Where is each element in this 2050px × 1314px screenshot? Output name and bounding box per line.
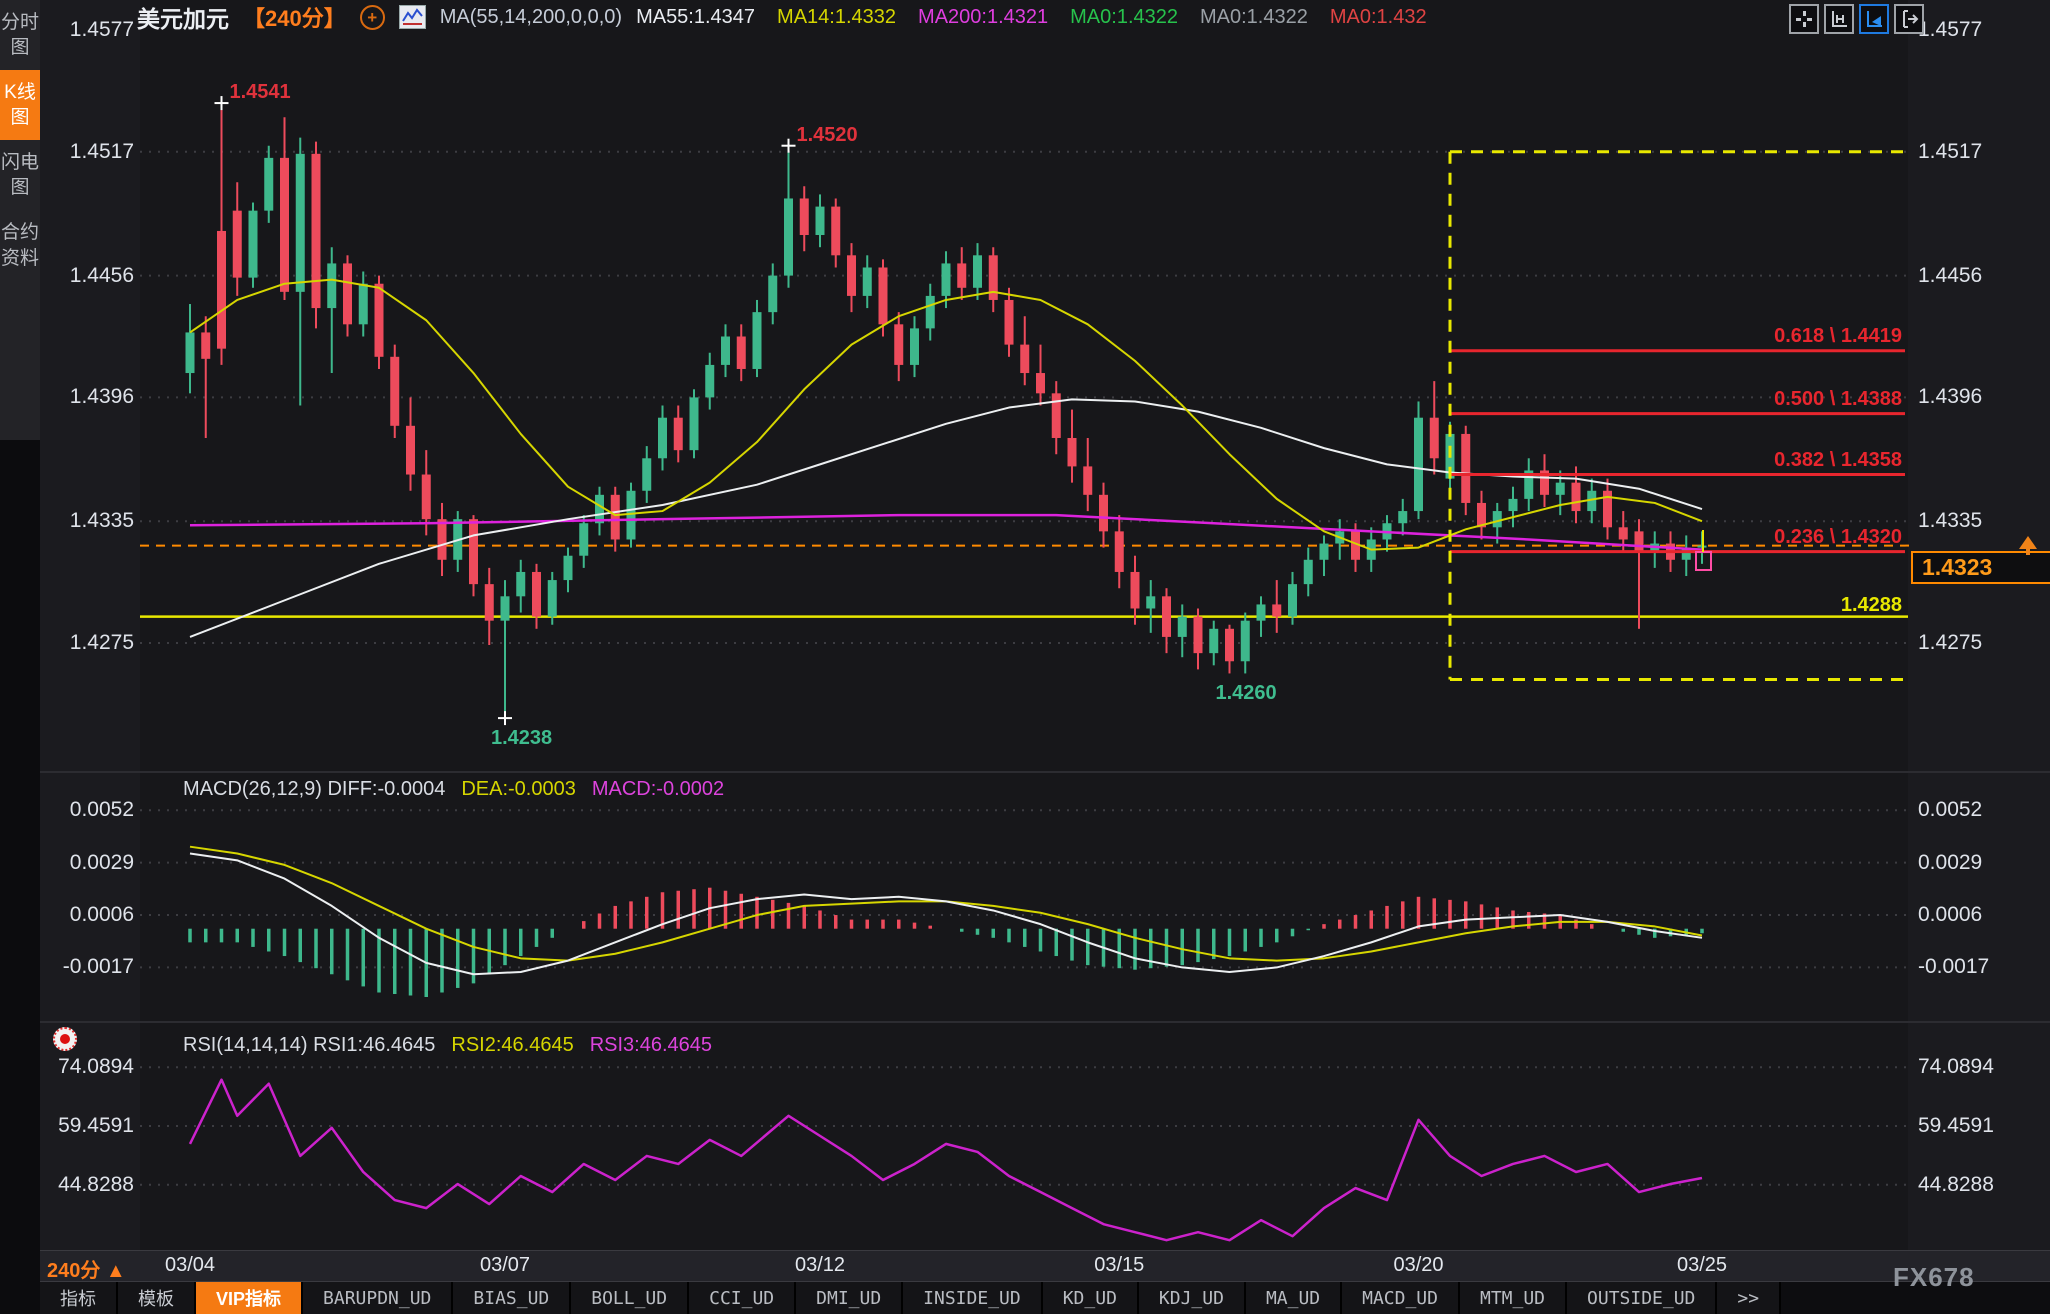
indicator-tab[interactable]: OUTSIDE_UD: [1567, 1282, 1717, 1314]
shift-right-icon[interactable]: [1894, 4, 1924, 34]
indicator-tab[interactable]: VIP指标: [196, 1282, 303, 1314]
period-selector[interactable]: 【240分】: [243, 1, 346, 33]
price-axis-label: 1.4517: [1918, 140, 1982, 164]
date-tick: 03/04: [165, 1254, 215, 1277]
macd-axis-label: 0.0006: [1918, 903, 1982, 927]
ma-value: MA0:1.4322: [1070, 6, 1178, 29]
sidebar-item-view[interactable]: 分时图: [0, 0, 40, 70]
date-tick: 03/12: [795, 1254, 845, 1277]
sidebar-item-view[interactable]: 闪电图: [0, 140, 40, 210]
rsi-header: RSI(14,14,14) RSI1:46.4645 RSI2:46.4645 RS…: [183, 1034, 712, 1057]
price-axis-label: 1.4577: [1918, 18, 1982, 42]
macd-header: MACD(26,12,9) DIFF:-0.0004 DEA:-0.0003 MAC…: [183, 778, 724, 801]
indicator-value: DEA:-0.0003: [461, 778, 576, 801]
indicator-value: MACD(26,12,9) DIFF:-0.0004: [183, 778, 445, 801]
tabs-overflow-button[interactable]: >>: [1717, 1282, 1781, 1314]
fib-level-label: 0.618 \ 1.4419: [1602, 325, 1902, 348]
indicator-tab[interactable]: MA_UD: [1246, 1282, 1342, 1314]
support-price-label: 1.4288: [1790, 594, 1902, 617]
sidebar-item-view[interactable]: 合约资料: [0, 210, 40, 280]
indicator-tab[interactable]: INSIDE_UD: [903, 1282, 1043, 1314]
ma-value: MA55:1.4347: [636, 6, 755, 29]
sidebar-spacer: [0, 440, 40, 1314]
rsi-axis-label: 44.8288: [1918, 1173, 1994, 1197]
indicator-value: RSI3:46.4645: [590, 1034, 712, 1057]
indicator-tab[interactable]: 指标: [40, 1282, 118, 1314]
indicator-tab[interactable]: DMI_UD: [796, 1282, 903, 1314]
indicator-tabbar: 指标模板VIP指标BARUPDN_UDBIAS_UDBOLL_UDCCI_UDD…: [0, 1282, 2050, 1314]
axis-autoscale-icon[interactable]: [1859, 4, 1889, 34]
ma-value: MA14:1.4332: [777, 6, 896, 29]
price-axis-label: 1.4577: [40, 18, 134, 42]
ma-value: MA0:1.432: [1330, 6, 1427, 29]
date-tick: 03/20: [1393, 1254, 1443, 1277]
add-overlay-icon[interactable]: +: [360, 5, 385, 30]
price-marker-label: 1.4238: [491, 727, 552, 750]
sidebar: 分时图K线图闪电图合约资料: [0, 0, 40, 1314]
indicator-value: MACD:-0.0002: [592, 778, 724, 801]
price-axis-label: 1.4517: [40, 140, 134, 164]
macd-axis-label: 0.0029: [40, 851, 134, 875]
rsi-axis-label: 59.4591: [1918, 1114, 1994, 1138]
indicator-tab[interactable]: MACD_UD: [1342, 1282, 1460, 1314]
ma-value: MA0:1.4322: [1200, 6, 1308, 29]
price-axis-label: 1.4396: [40, 385, 134, 409]
indicator-tab[interactable]: BIAS_UD: [453, 1282, 571, 1314]
rsi-axis-label: 74.0894: [1918, 1055, 1994, 1079]
date-tick: 03/07: [480, 1254, 530, 1277]
axis-scale-icon[interactable]: [1824, 4, 1854, 34]
ma-params: MA(55,14,200,0,0,0): [440, 6, 622, 29]
price-marker-label: 1.4520: [797, 124, 858, 147]
date-tick: 03/15: [1094, 1254, 1144, 1277]
watermark: FX678: [1893, 1262, 1975, 1293]
price-axis-label: 1.4335: [40, 509, 134, 533]
macd-axis-label: 0.0006: [40, 903, 134, 927]
rsi-axis-label: 59.4591: [40, 1114, 134, 1138]
macd-axis-label: 0.0029: [1918, 851, 1982, 875]
header-toolbar: [1789, 4, 1924, 34]
alarm-dot-icon[interactable]: [53, 1027, 77, 1051]
pan-crosshair-icon[interactable]: [1789, 4, 1819, 34]
indicator-tab[interactable]: KD_UD: [1043, 1282, 1139, 1314]
current-price-box: 1.4323: [1911, 551, 2050, 584]
symbol-title: 美元加元: [137, 0, 229, 34]
indicator-tab[interactable]: 模板: [118, 1282, 196, 1314]
chart-application: 分时图K线图闪电图合约资料 美元加元 【240分】 + MA(55,14,200…: [0, 0, 2050, 1314]
indicator-tab[interactable]: BARUPDN_UD: [303, 1282, 453, 1314]
rsi-axis-label: 44.8288: [40, 1173, 134, 1197]
line-chart-icon[interactable]: [399, 5, 426, 29]
price-axis-label: 1.4275: [1918, 631, 1982, 655]
rsi-axis-label: 74.0894: [40, 1055, 134, 1079]
date-tick: 03/25: [1677, 1254, 1727, 1277]
indicator-tab[interactable]: KDJ_UD: [1139, 1282, 1246, 1314]
indicator-tab[interactable]: BOLL_UD: [571, 1282, 689, 1314]
macd-axis-label: -0.0017: [1918, 955, 1989, 979]
ma-values: MA55:1.4347 MA14:1.4332 MA200:1.4321 MA0:1.…: [636, 6, 1427, 29]
price-axis-label: 1.4335: [1918, 509, 1982, 533]
price-up-arrow-icon: [2019, 527, 2037, 549]
price-axis-label: 1.4456: [1918, 264, 1982, 288]
date-axis: 240分 ▲ 03/04 03/07 03/12 03/15 03/20 03/25: [0, 1250, 2050, 1282]
price-axis-label: 1.4456: [40, 264, 134, 288]
sidebar-item-selected[interactable]: K线图: [0, 70, 40, 140]
price-axis-label: 1.4275: [40, 631, 134, 655]
indicator-value: RSI2:46.4645: [451, 1034, 573, 1057]
fib-level-label: 0.500 \ 1.4388: [1602, 388, 1902, 411]
period-badge[interactable]: 240分 ▲: [47, 1254, 126, 1283]
indicator-value: RSI(14,14,14) RSI1:46.4645: [183, 1034, 435, 1057]
macd-axis-label: -0.0017: [40, 955, 134, 979]
price-axis-label: 1.4396: [1918, 385, 1982, 409]
indicator-tab[interactable]: CCI_UD: [689, 1282, 796, 1314]
macd-axis-label: 0.0052: [1918, 798, 1982, 822]
candlestick-chart[interactable]: [0, 0, 2050, 1314]
macd-axis-label: 0.0052: [40, 798, 134, 822]
price-marker-label: 1.4260: [1216, 682, 1277, 705]
ma-value: MA200:1.4321: [918, 6, 1048, 29]
fib-level-label: 0.382 \ 1.4358: [1602, 449, 1902, 472]
indicator-tab[interactable]: MTM_UD: [1460, 1282, 1567, 1314]
chart-header: 美元加元 【240分】 + MA(55,14,200,0,0,0) MA55:1…: [137, 0, 1427, 34]
price-marker-label: 1.4541: [230, 81, 291, 104]
fib-level-label: 0.236 \ 1.4320: [1602, 526, 1902, 549]
